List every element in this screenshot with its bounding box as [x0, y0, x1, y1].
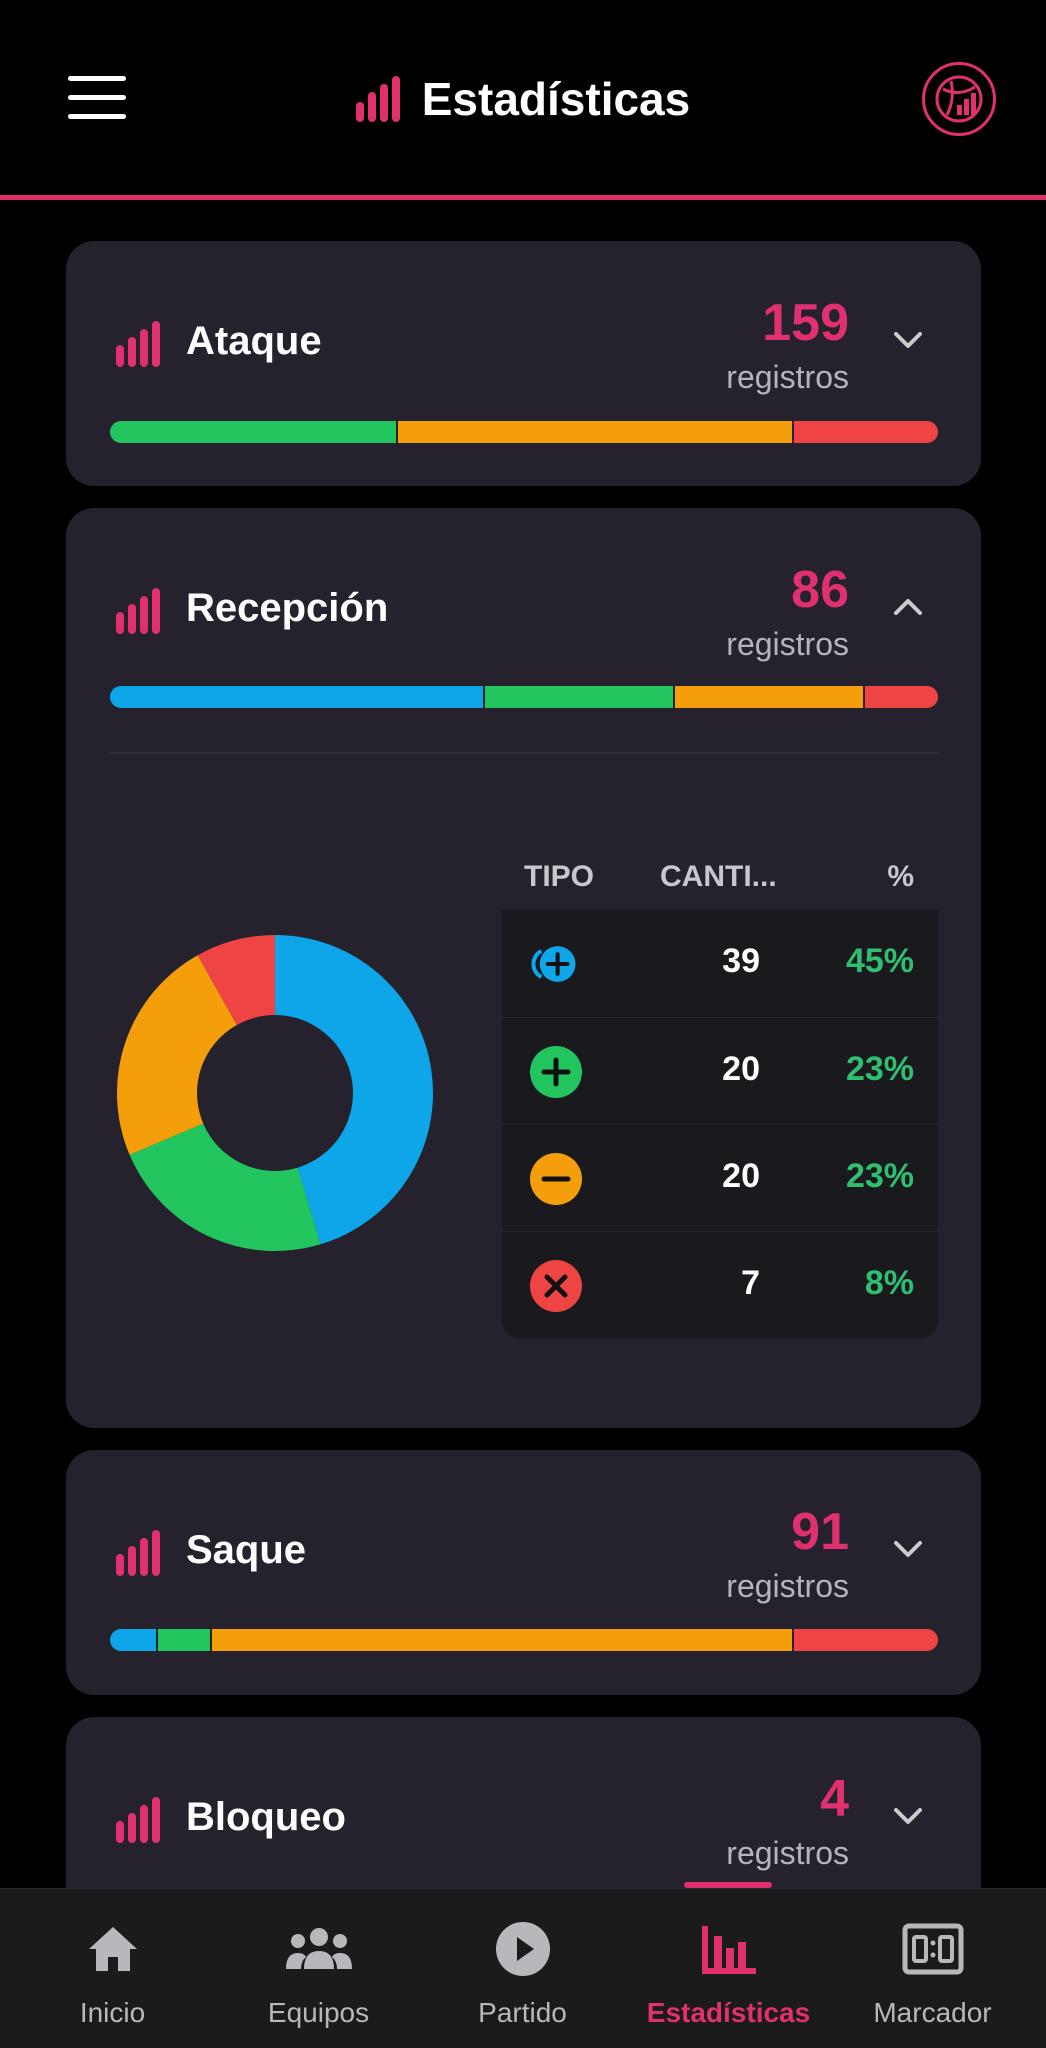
nav-label: Equipos — [267, 1997, 370, 2028]
row-qty: 7 — [741, 1264, 760, 1302]
bar-segment — [396, 421, 793, 443]
table-body: 39 45% 20 23% 20 23% 7 8% — [502, 910, 938, 1338]
chevron-down-icon[interactable] — [891, 1799, 925, 1833]
bar-segment — [110, 1629, 156, 1651]
stat-card-recepcion[interactable]: Recepción 86 registros TIPO CANTI... % 3… — [66, 508, 981, 1428]
card-title: Ataque — [186, 319, 322, 363]
row-qty: 20 — [722, 1050, 760, 1088]
minus-icon — [530, 1153, 582, 1205]
donut-chart — [117, 935, 434, 1251]
donut-slice — [129, 1123, 321, 1251]
card-count-label: registros — [726, 359, 849, 395]
nav-label: Inicio — [79, 1997, 146, 2028]
team-icon — [285, 1928, 352, 1969]
row-pct: 23% — [845, 1157, 914, 1195]
card-count: 159 — [762, 294, 849, 352]
table-header: TIPO CANTI... % — [502, 840, 938, 910]
play-icon — [495, 1922, 550, 1976]
nav-item-inicio[interactable]: Inicio — [8, 1889, 217, 2048]
section-divider — [110, 752, 938, 754]
nav-item-equipos[interactable]: Equipos — [214, 1889, 423, 2048]
card-count-label: registros — [726, 626, 849, 662]
row-qty: 20 — [722, 1157, 760, 1195]
page-title: Estadísticas — [421, 73, 691, 125]
chevron-down-icon[interactable] — [891, 1532, 925, 1566]
col-header-qty[interactable]: CANTI... — [660, 860, 777, 894]
bar-chart-icon — [116, 1530, 160, 1576]
bar-segment — [482, 686, 674, 708]
card-count-label: registros — [726, 1835, 849, 1871]
scoreboard-icon — [902, 1923, 963, 1975]
page-title-group: Estadísticas — [0, 72, 1046, 126]
bar-segment — [110, 686, 483, 708]
bar-segment — [792, 1629, 938, 1651]
chevron-up-icon[interactable] — [891, 590, 925, 624]
bar-segment — [110, 421, 397, 443]
col-header-pct[interactable]: % — [887, 860, 914, 894]
bar-segment — [673, 686, 864, 708]
bar-segment — [155, 1629, 211, 1651]
row-pct: 8% — [864, 1264, 914, 1302]
bar-segment — [792, 421, 938, 443]
bar-chart-icon — [355, 76, 400, 122]
stat-card-saque[interactable]: Saque 91 registros — [66, 1450, 981, 1695]
card-title: Saque — [186, 1528, 307, 1572]
nav-item-marcador[interactable]: Marcador — [828, 1889, 1037, 2048]
bar-segment — [863, 686, 938, 708]
table-row: 20 23% — [502, 1124, 938, 1231]
row-pct: 23% — [845, 1050, 914, 1088]
nav-label: Partido — [478, 1997, 567, 2028]
row-qty: 39 — [722, 942, 760, 980]
card-count-label: registros — [726, 1568, 849, 1604]
bar-chart-icon — [701, 1926, 756, 1974]
table-row: 7 8% — [502, 1231, 938, 1338]
nav-label: Estadísticas — [646, 1997, 811, 2028]
plus-icon — [530, 1046, 582, 1098]
card-count: 86 — [791, 561, 849, 619]
bar-chart-icon — [116, 588, 160, 634]
nav-item-estadisticas[interactable]: Estadísticas — [624, 1889, 833, 2048]
header-divider — [0, 195, 1046, 200]
double-plus-icon — [530, 938, 582, 990]
card-title: Recepción — [186, 586, 389, 630]
col-header-type[interactable]: TIPO — [524, 860, 594, 894]
card-count: 4 — [820, 1770, 849, 1828]
nav-item-partido[interactable]: Partido — [418, 1889, 627, 2048]
home-icon — [88, 1927, 137, 1971]
table-row: 39 45% — [502, 910, 938, 1017]
distribution-bar — [110, 686, 938, 708]
app-logo-button[interactable] — [922, 62, 996, 136]
bar-chart-icon — [116, 1797, 160, 1843]
x-icon — [530, 1260, 582, 1312]
nav-label: Marcador — [873, 1997, 992, 2028]
distribution-bar — [110, 421, 938, 443]
bar-segment — [210, 1629, 793, 1651]
bottom-nav: Inicio Equipos Partido Estadísticas Marc… — [0, 1888, 1046, 2048]
stat-card-ataque[interactable]: Ataque 159 registros — [66, 241, 981, 486]
chevron-down-icon[interactable] — [891, 323, 925, 357]
card-count: 91 — [791, 1503, 849, 1561]
distribution-bar — [110, 1629, 938, 1651]
card-title: Bloqueo — [186, 1795, 346, 1839]
app-header: Estadísticas — [0, 0, 1046, 200]
volleyball-stats-logo-icon — [935, 75, 983, 123]
bar-chart-icon — [116, 321, 160, 367]
row-pct: 45% — [845, 942, 914, 980]
table-row: 20 23% — [502, 1017, 938, 1124]
